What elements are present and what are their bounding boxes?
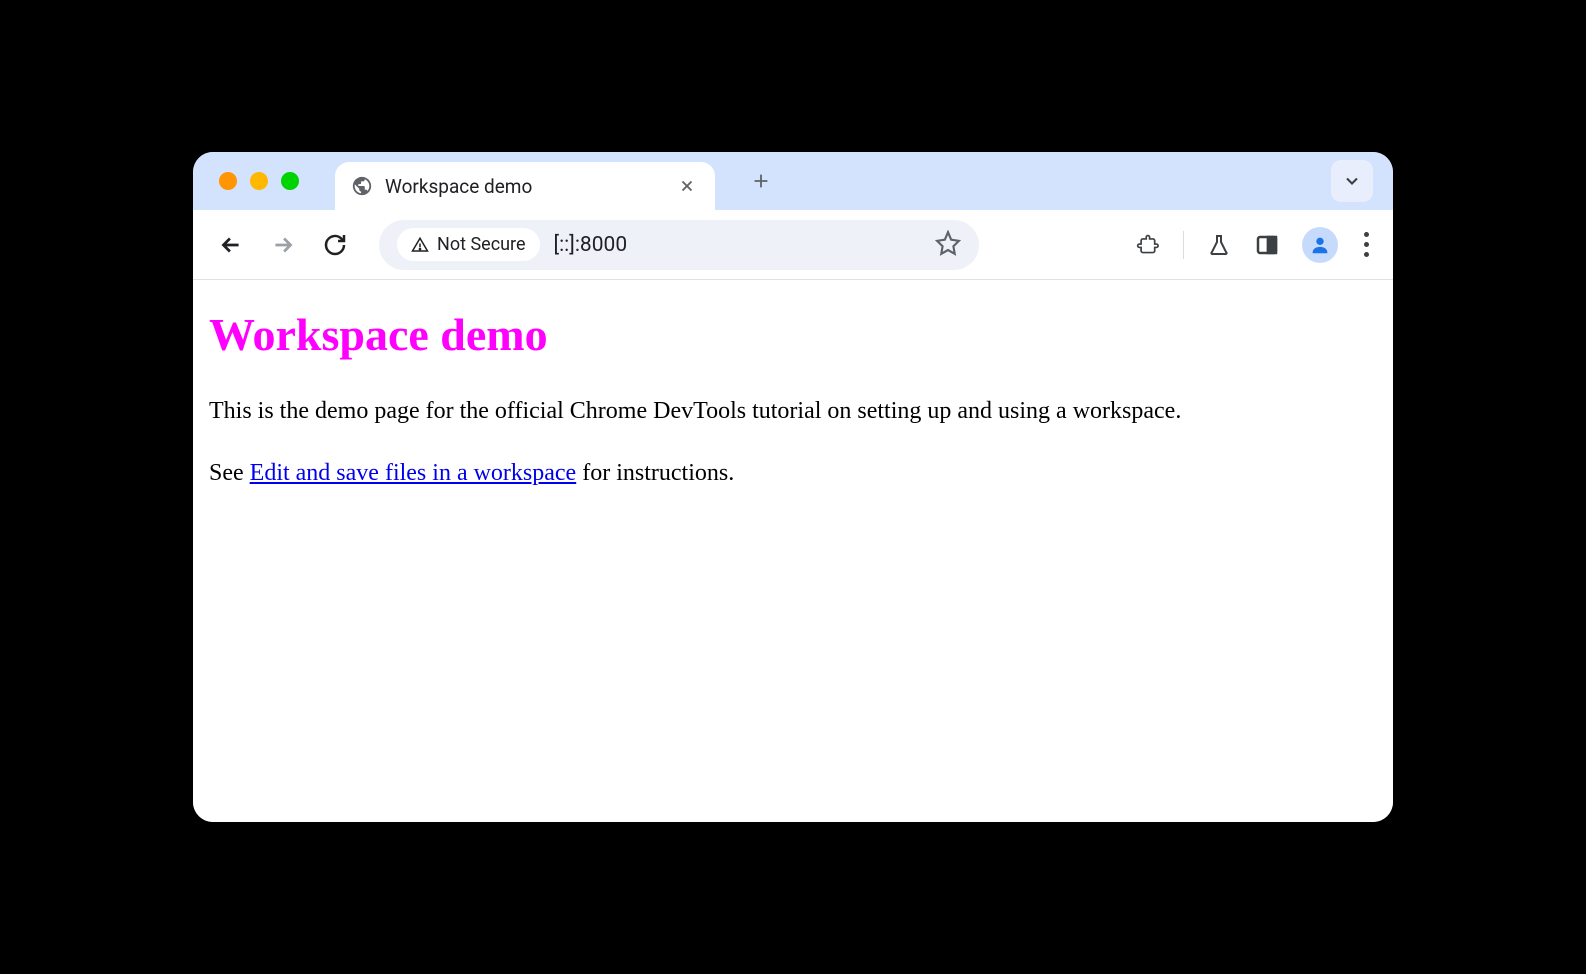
toolbar: Not Secure [::]:8000 (193, 210, 1393, 280)
close-window-button[interactable] (219, 172, 237, 190)
window-controls (219, 172, 299, 190)
person-icon (1309, 234, 1331, 256)
back-button[interactable] (213, 227, 249, 263)
new-tab-button[interactable] (743, 163, 779, 199)
reload-button[interactable] (317, 227, 353, 263)
page-paragraph-1: This is the demo page for the official C… (209, 395, 1377, 429)
globe-icon (351, 175, 373, 197)
page-heading: Workspace demo (209, 308, 1377, 361)
maximize-window-button[interactable] (281, 172, 299, 190)
toolbar-actions (1135, 227, 1373, 263)
profile-button[interactable] (1302, 227, 1338, 263)
extensions-button[interactable] (1135, 232, 1161, 258)
close-tab-button[interactable] (675, 174, 699, 198)
tab-search-button[interactable] (1331, 160, 1373, 202)
tab-strip: Workspace demo (193, 152, 1393, 210)
address-bar[interactable]: Not Secure [::]:8000 (379, 220, 979, 270)
tutorial-link[interactable]: Edit and save files in a workspace (250, 460, 577, 486)
minimize-window-button[interactable] (250, 172, 268, 190)
flask-icon (1207, 233, 1231, 257)
bookmark-button[interactable] (935, 230, 961, 260)
puzzle-icon (1136, 233, 1160, 257)
warning-icon (411, 236, 429, 254)
tab-title: Workspace demo (385, 175, 663, 198)
browser-tab[interactable]: Workspace demo (335, 162, 715, 210)
labs-button[interactable] (1206, 232, 1232, 258)
toolbar-divider (1183, 231, 1184, 259)
security-label: Not Secure (437, 234, 526, 255)
menu-button[interactable] (1360, 228, 1373, 261)
security-chip[interactable]: Not Secure (397, 228, 540, 261)
page-content: Workspace demo This is the demo page for… (193, 280, 1393, 822)
url-text: [::]:8000 (554, 233, 628, 257)
browser-window: Workspace demo Not Secure [::]:8000 (193, 152, 1393, 822)
panel-icon (1255, 233, 1279, 257)
side-panel-button[interactable] (1254, 232, 1280, 258)
star-icon (935, 230, 961, 256)
forward-button[interactable] (265, 227, 301, 263)
paragraph-prefix: See (209, 460, 250, 486)
page-paragraph-2: See Edit and save files in a workspace f… (209, 457, 1377, 491)
paragraph-suffix: for instructions. (576, 460, 734, 486)
